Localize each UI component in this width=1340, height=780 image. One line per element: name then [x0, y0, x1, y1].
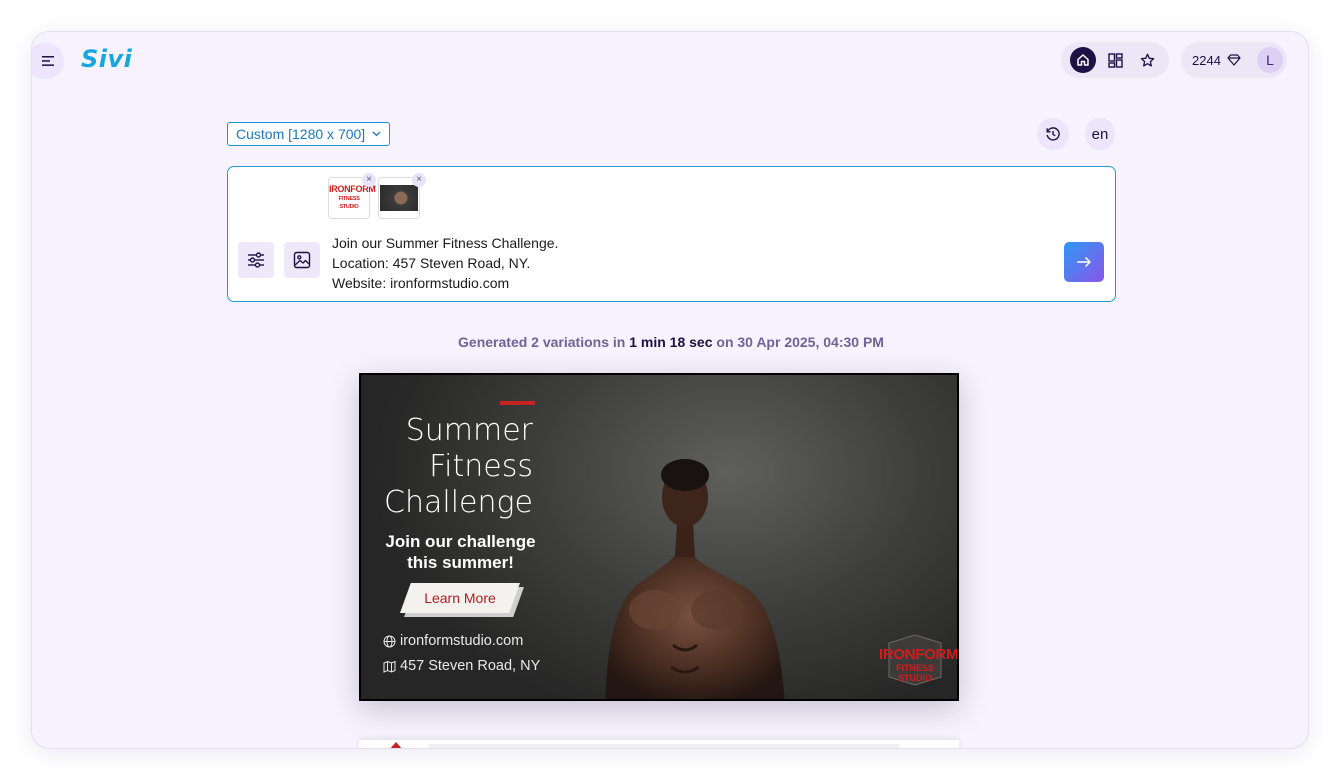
credits-account-group[interactable]: 2244 L: [1181, 42, 1287, 78]
globe-icon: [383, 635, 396, 647]
home-button[interactable]: [1070, 47, 1096, 73]
language-button[interactable]: en: [1085, 118, 1115, 150]
banner-accent-bar: [500, 401, 535, 405]
prompt-textarea[interactable]: Join our Summer Fitness Challenge. Locat…: [332, 233, 558, 293]
history-icon: [1046, 127, 1060, 141]
grid-icon: [1107, 52, 1123, 68]
home-icon: [1077, 54, 1089, 66]
banner-address: 457 Steven Road, NY: [383, 658, 540, 674]
banner-subtitle: Join our challenge this summer!: [385, 532, 536, 572]
favorites-button[interactable]: [1134, 47, 1160, 73]
top-nav: [1061, 42, 1169, 78]
star-icon: [1140, 53, 1154, 67]
attachment-logo[interactable]: IRONFORM FITNESS STUDIO ×: [328, 173, 376, 219]
history-button[interactable]: [1037, 118, 1069, 150]
chevron-down-icon: [372, 131, 381, 137]
attachment-photo[interactable]: ×: [378, 173, 426, 219]
design-preview-next[interactable]: [359, 740, 959, 748]
designs-button[interactable]: [1102, 47, 1128, 73]
learn-more-button: Learn More: [400, 583, 524, 617]
athlete-photo: [605, 459, 785, 699]
generation-prefix: Generated 2 variations in: [458, 334, 626, 350]
size-select-value: Custom [1280 x 700]: [236, 126, 366, 142]
banner-title: Summer Fitness Challenge: [384, 413, 533, 520]
arrow-right-icon: [1077, 256, 1092, 268]
menu-icon: [42, 56, 54, 66]
prompt-line: Website: ironformstudio.com: [332, 275, 510, 291]
banner-brand-logo: IRONFORM FITNESS STUDIO: [879, 633, 957, 687]
generation-date: on 30 Apr 2025, 04:30 PM: [716, 334, 884, 350]
settings-button[interactable]: [238, 242, 274, 278]
credits-count: 2244: [1192, 52, 1221, 68]
image-icon: [293, 251, 311, 269]
add-image-button[interactable]: [284, 242, 320, 278]
attachment-logo-image: IRONFORM FITNESS STUDIO: [329, 184, 376, 211]
remove-attachment-button[interactable]: ×: [362, 173, 376, 187]
attachment-photo-thumbnail: [380, 185, 418, 211]
app-window: Sivi 2244 L Custom [1280 x 700] en IRONF…: [31, 31, 1309, 749]
design-preview[interactable]: Summer Fitness Challenge Join our challe…: [359, 373, 959, 701]
generation-info: Generated 2 variations in 1 min 18 sec o…: [32, 334, 1308, 350]
sliders-icon: [248, 252, 264, 268]
map-icon: [383, 660, 396, 673]
prompt-line: Join our Summer Fitness Challenge.: [332, 235, 559, 251]
menu-button[interactable]: [32, 43, 64, 79]
app-logo[interactable]: Sivi: [81, 45, 132, 73]
prompt-line: Location: 457 Steven Road, NY.: [332, 255, 531, 271]
next-card-accent: [389, 742, 403, 748]
remove-attachment-button[interactable]: ×: [412, 173, 426, 187]
generation-duration: 1 min 18 sec: [629, 334, 713, 350]
prompt-box[interactable]: IRONFORM FITNESS STUDIO × × Join our Sum…: [227, 166, 1116, 302]
diamond-icon: [1227, 54, 1241, 66]
size-select[interactable]: Custom [1280 x 700]: [227, 122, 391, 146]
submit-button[interactable]: [1064, 242, 1104, 282]
avatar[interactable]: L: [1257, 47, 1283, 73]
banner-website: ironformstudio.com: [383, 633, 523, 649]
learn-more-label: Learn More: [424, 590, 496, 606]
